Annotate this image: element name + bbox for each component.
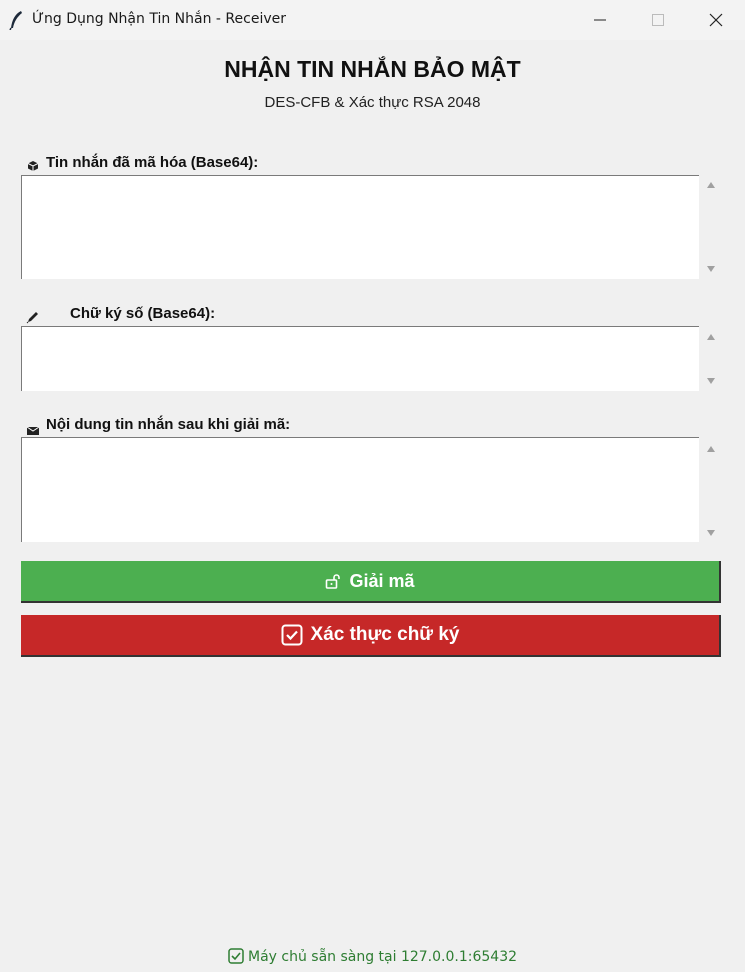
title-bar: Ứng Dụng Nhận Tin Nhắn - Receiver: [0, 0, 745, 40]
scroll-down-icon[interactable]: [706, 377, 716, 385]
signature-scrollbar[interactable]: [701, 326, 721, 391]
maximize-button[interactable]: [629, 0, 687, 40]
minimize-button[interactable]: [571, 0, 629, 40]
decrypted-message-output[interactable]: [21, 437, 699, 542]
scroll-up-icon[interactable]: [706, 445, 716, 453]
encrypted-message-scrollbar[interactable]: [701, 175, 721, 279]
signature-input[interactable]: [21, 326, 699, 391]
check-box-icon: [228, 948, 244, 968]
close-button[interactable]: [687, 0, 745, 40]
verify-signature-button-label: Xác thực chữ ký: [310, 624, 460, 645]
signature-label: Chữ ký số (Base64):: [70, 305, 216, 322]
decrypted-message-label: Nội dung tin nhắn sau khi giải mã:: [46, 416, 291, 433]
unlock-icon: [325, 573, 341, 589]
minimize-icon: [594, 19, 606, 21]
scroll-down-icon[interactable]: [706, 529, 716, 537]
server-status-text: Máy chủ sẵn sàng tại 127.0.0.1:65432: [247, 949, 518, 965]
decrypt-button[interactable]: Giải mã: [21, 561, 721, 603]
verify-signature-button[interactable]: Xác thực chữ ký: [21, 615, 721, 657]
scroll-up-icon[interactable]: [706, 333, 716, 341]
encrypted-message-input[interactable]: [21, 175, 699, 279]
window-title: Ứng Dụng Nhận Tin Nhắn - Receiver: [32, 11, 286, 27]
maximize-icon: [652, 14, 664, 26]
decrypt-button-label: Giải mã: [349, 570, 415, 591]
server-status: Máy chủ sẵn sàng tại 127.0.0.1:65432: [0, 948, 745, 968]
close-icon: [709, 13, 723, 27]
decrypted-message-scrollbar[interactable]: [701, 437, 721, 542]
encrypted-message-label: Tin nhắn đã mã hóa (Base64):: [46, 154, 259, 171]
page-subtitle: DES-CFB & Xác thực RSA 2048: [264, 94, 481, 111]
scroll-up-icon[interactable]: [706, 181, 716, 189]
scroll-down-icon[interactable]: [706, 265, 716, 273]
page-title: NHẬN TIN NHẮN BẢO MẬT: [224, 56, 521, 82]
feather-icon: [8, 10, 24, 31]
check-box-icon: [281, 624, 303, 646]
